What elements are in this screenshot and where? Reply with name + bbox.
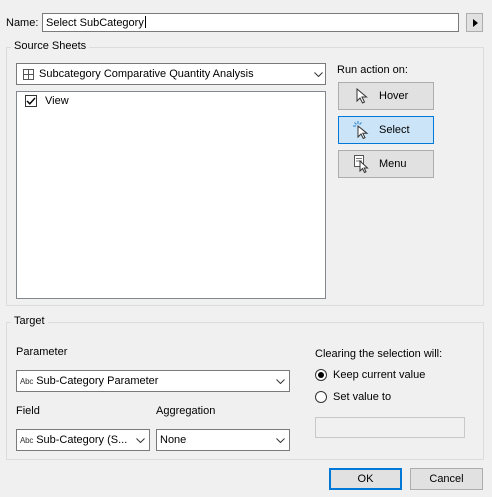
clearing-label: Clearing the selection will: — [315, 348, 443, 360]
menu-label: Menu — [379, 158, 407, 170]
keep-current-value-radio[interactable] — [315, 369, 327, 381]
field-dropdown[interactable]: Abc Sub-Category (S... — [16, 429, 150, 451]
source-sheet-dropdown[interactable]: Subcategory Comparative Quantity Analysi… — [16, 63, 326, 85]
string-type-icon: Abc — [20, 435, 34, 445]
parameter-value: Sub-Category Parameter — [36, 375, 159, 387]
field-label: Field — [16, 405, 40, 417]
source-sheet-value: Subcategory Comparative Quantity Analysi… — [39, 68, 254, 80]
hover-label: Hover — [379, 90, 409, 102]
parameter-dropdown[interactable]: Abc Sub-Category Parameter — [16, 370, 290, 392]
radio-dot — [318, 372, 324, 378]
text-caret — [144, 16, 146, 28]
aggregation-dropdown[interactable]: None — [156, 429, 290, 451]
keep-current-value-label: Keep current value — [333, 369, 426, 381]
insert-field-button[interactable] — [466, 13, 483, 32]
chevron-down-icon — [311, 64, 325, 84]
list-item[interactable]: View — [25, 95, 69, 107]
run-action-label: Run action on: — [337, 64, 408, 76]
sheet-list[interactable] — [16, 91, 326, 299]
chevron-down-icon — [133, 430, 147, 450]
select-pointer-icon — [351, 120, 373, 140]
view-checkbox[interactable] — [25, 95, 37, 107]
pointer-icon — [351, 86, 373, 106]
cancel-button[interactable]: Cancel — [410, 468, 483, 490]
keep-current-value-option[interactable]: Keep current value — [315, 369, 425, 381]
menu-button[interactable]: Menu — [338, 150, 434, 178]
check-icon — [26, 97, 36, 105]
field-value: Sub-Category (S... — [36, 434, 128, 446]
name-input[interactable]: Select SubCategory — [42, 13, 459, 32]
parameter-label: Parameter — [16, 346, 68, 358]
aggregation-value: None — [160, 434, 187, 446]
string-type-icon: Abc — [20, 376, 34, 386]
chevron-down-icon — [273, 371, 287, 391]
select-button[interactable]: Select — [338, 116, 434, 144]
set-value-label: Set value to — [333, 391, 392, 403]
set-value-radio[interactable] — [315, 391, 327, 403]
source-sheets-title: Source Sheets — [11, 40, 90, 52]
hover-button[interactable]: Hover — [338, 82, 434, 110]
set-value-input — [315, 417, 465, 438]
view-label: View — [45, 95, 69, 107]
play-arrow-icon — [472, 18, 478, 27]
menu-pointer-icon — [351, 154, 373, 174]
set-value-option[interactable]: Set value to — [315, 391, 391, 403]
name-input-value: Select SubCategory — [46, 17, 144, 29]
select-label: Select — [379, 124, 410, 136]
ok-button[interactable]: OK — [329, 468, 402, 490]
dashboard-icon — [17, 68, 39, 80]
chevron-down-icon — [273, 430, 287, 450]
aggregation-label: Aggregation — [156, 405, 216, 417]
target-title: Target — [11, 315, 48, 327]
name-label: Name: — [6, 17, 39, 29]
